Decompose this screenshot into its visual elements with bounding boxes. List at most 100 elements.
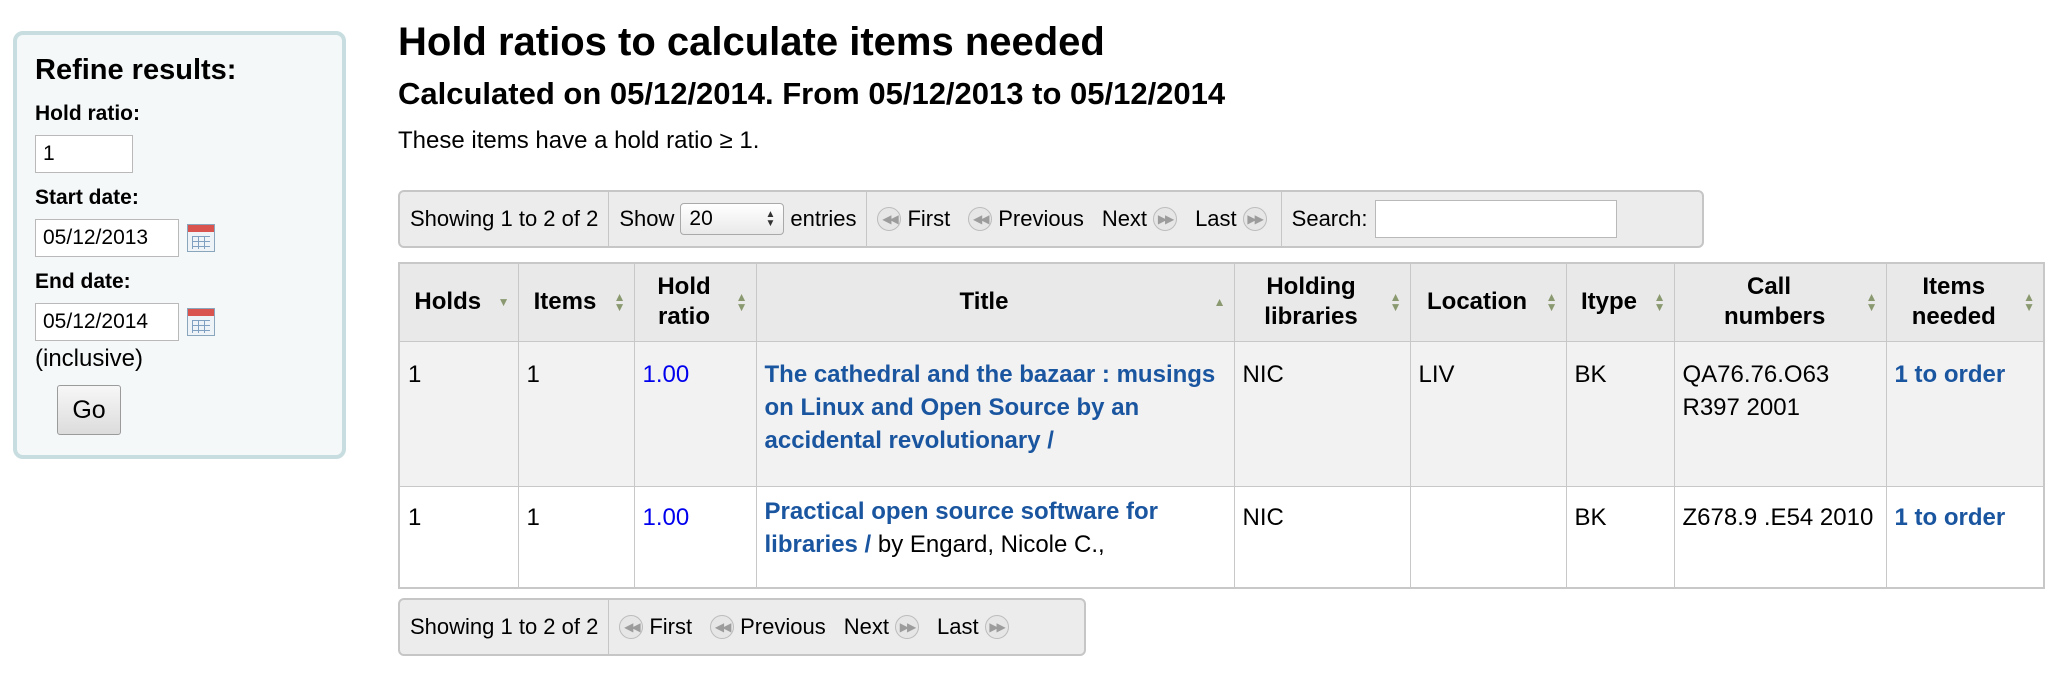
- page-size-control: Show 20 ▲ ▼ entries: [609, 192, 868, 246]
- column-header-title[interactable]: Title ▲: [755, 262, 1235, 342]
- previous-label: Previous: [998, 206, 1084, 231]
- cell-location: [1409, 485, 1567, 589]
- cell-call-numbers: QA76.76.O63 R397 2001: [1673, 340, 1887, 487]
- cell-libraries: NIC: [1233, 340, 1411, 487]
- header-label: Itype: [1580, 288, 1637, 316]
- title-link[interactable]: The cathedral and the bazaar : musings o…: [765, 361, 1216, 454]
- first-icon: ◀◀: [619, 615, 644, 639]
- previous-page-button[interactable]: ◀◀ Previous: [710, 614, 826, 640]
- column-header-holding-libraries[interactable]: Holding libraries ▲ ▼: [1233, 262, 1411, 342]
- last-label: Last: [936, 614, 979, 639]
- hold-ratios-table: Holds ▼ Items ▲ ▼ Hold ratio ▲ ▼ Title ▲ H…: [398, 262, 2045, 589]
- next-label: Next: [843, 614, 889, 639]
- intro-text: These items have a hold ratio ≥ 1.: [398, 127, 760, 154]
- table-toolbar-top: Showing 1 to 2 of 2 Show 20 ▲ ▼ entries ◀…: [398, 190, 1704, 248]
- next-page-button[interactable]: Next ▶▶: [844, 614, 919, 640]
- next-label: Next: [1101, 206, 1148, 231]
- cell-location: LIV: [1409, 340, 1567, 487]
- refine-results-title: Refine results:: [35, 54, 237, 86]
- cell-hold-ratio: 1.00: [633, 485, 757, 589]
- hold-ratio-link[interactable]: 1.00: [643, 504, 690, 531]
- page-size-select[interactable]: 20 ▲ ▼: [680, 203, 785, 235]
- previous-label: Previous: [740, 614, 826, 639]
- table-toolbar-bottom: Showing 1 to 2 of 2 ◀◀ First ◀◀ Previous…: [398, 598, 1086, 656]
- column-header-itype[interactable]: Itype ▲ ▼: [1565, 262, 1675, 342]
- cell-title: The cathedral and the bazaar : musings o…: [755, 340, 1235, 487]
- hold-ratio-input[interactable]: [35, 135, 133, 173]
- search-input[interactable]: [1375, 200, 1618, 238]
- table-row: 1 1 1.00 The cathedral and the bazaar : …: [398, 340, 2045, 487]
- header-label: Items: [533, 288, 597, 316]
- cell-items: 1: [517, 485, 635, 589]
- search-label: Search:: [1291, 206, 1368, 231]
- items-needed-link[interactable]: 1 to order: [1895, 361, 2006, 388]
- cell-itype: BK: [1565, 485, 1675, 589]
- header-label: Items needed: [1911, 273, 1996, 331]
- start-date-input[interactable]: [35, 219, 179, 257]
- inclusive-label: (inclusive): [35, 345, 144, 372]
- hold-ratio-label: Hold ratio:: [35, 102, 140, 125]
- entries-label: entries: [790, 206, 857, 231]
- refine-results-panel: Refine results: Hold ratio: Start date: …: [13, 31, 346, 459]
- first-page-button[interactable]: ◀◀ First: [619, 614, 692, 640]
- search-control: Search:: [1282, 192, 1628, 246]
- end-date-label: End date:: [35, 270, 131, 293]
- cell-title: Practical open source software for libra…: [755, 485, 1235, 589]
- cell-holds: 1: [398, 485, 519, 589]
- sort-icon: ▲ ▼: [1389, 290, 1402, 315]
- previous-page-button[interactable]: ◀◀ Previous: [968, 206, 1084, 232]
- cell-hold-ratio: 1.00: [633, 340, 757, 487]
- calendar-icon[interactable]: [187, 308, 215, 336]
- previous-icon: ◀◀: [710, 615, 735, 639]
- table-info: Showing 1 to 2 of 2: [400, 192, 610, 246]
- sort-icon: ▲ ▼: [2023, 290, 2035, 315]
- main-content: Hold ratios to calculate items needed Ca…: [398, 0, 2048, 656]
- column-header-items[interactable]: Items ▲ ▼: [517, 262, 635, 342]
- next-icon: ▶▶: [894, 615, 919, 639]
- first-icon: ◀◀: [877, 207, 902, 231]
- calendar-icon[interactable]: [187, 224, 215, 252]
- column-header-location[interactable]: Location ▲ ▼: [1409, 262, 1567, 342]
- pagination-bottom: ◀◀ First ◀◀ Previous Next ▶▶ Last ▶▶: [609, 600, 1022, 654]
- next-page-button[interactable]: Next ▶▶: [1101, 206, 1178, 232]
- table-header-row: Holds ▼ Items ▲ ▼ Hold ratio ▲ ▼ Title ▲ H…: [398, 262, 2045, 342]
- show-label: Show: [619, 206, 675, 231]
- go-button[interactable]: Go: [57, 385, 121, 435]
- sort-icon: ▲ ▼: [1545, 290, 1558, 315]
- select-arrows-icon: ▲ ▼: [765, 209, 776, 229]
- hold-ratio-link[interactable]: 1.00: [643, 361, 690, 388]
- column-header-holds[interactable]: Holds ▼: [398, 262, 519, 342]
- last-page-button[interactable]: Last ▶▶: [1195, 206, 1267, 232]
- header-label: Holds: [414, 288, 482, 316]
- page-subtitle: Calculated on 05/12/2014. From 05/12/201…: [398, 76, 1226, 111]
- previous-icon: ◀◀: [968, 207, 993, 231]
- header-label: Title: [959, 288, 1009, 316]
- first-page-button[interactable]: ◀◀ First: [877, 206, 950, 232]
- first-label: First: [907, 206, 951, 231]
- sort-desc-icon: ▼: [497, 295, 510, 310]
- table-info: Showing 1 to 2 of 2: [400, 600, 610, 654]
- table-row: 1 1 1.00 Practical open source software …: [398, 485, 2045, 589]
- cell-holds: 1: [398, 340, 519, 487]
- first-label: First: [649, 614, 693, 639]
- sort-icon: ▲ ▼: [735, 290, 748, 315]
- last-icon: ▶▶: [1242, 207, 1267, 231]
- header-label: Location: [1427, 288, 1527, 316]
- sort-icon: ▲ ▼: [1653, 290, 1666, 315]
- items-needed-link[interactable]: 1 to order: [1895, 504, 2006, 531]
- column-header-call-numbers[interactable]: Call numbers ▲ ▼: [1673, 262, 1887, 342]
- cell-items-needed: 1 to order: [1885, 485, 2045, 589]
- cell-items-needed: 1 to order: [1885, 340, 2045, 487]
- last-label: Last: [1195, 206, 1237, 231]
- page-title: Hold ratios to calculate items needed: [398, 20, 1105, 64]
- cell-itype: BK: [1565, 340, 1675, 487]
- last-page-button[interactable]: Last ▶▶: [937, 614, 1009, 640]
- end-date-input[interactable]: [35, 303, 179, 341]
- sort-icon: ▲ ▼: [1865, 290, 1878, 315]
- cell-items: 1: [517, 340, 635, 487]
- column-header-items-needed[interactable]: Items needed ▲ ▼: [1885, 262, 2045, 342]
- header-label: Call numbers: [1724, 273, 1826, 331]
- author-text: by Engard, Nicole C.,: [877, 530, 1105, 558]
- column-header-hold-ratio[interactable]: Hold ratio ▲ ▼: [633, 262, 757, 342]
- header-label: Holding libraries: [1264, 273, 1358, 331]
